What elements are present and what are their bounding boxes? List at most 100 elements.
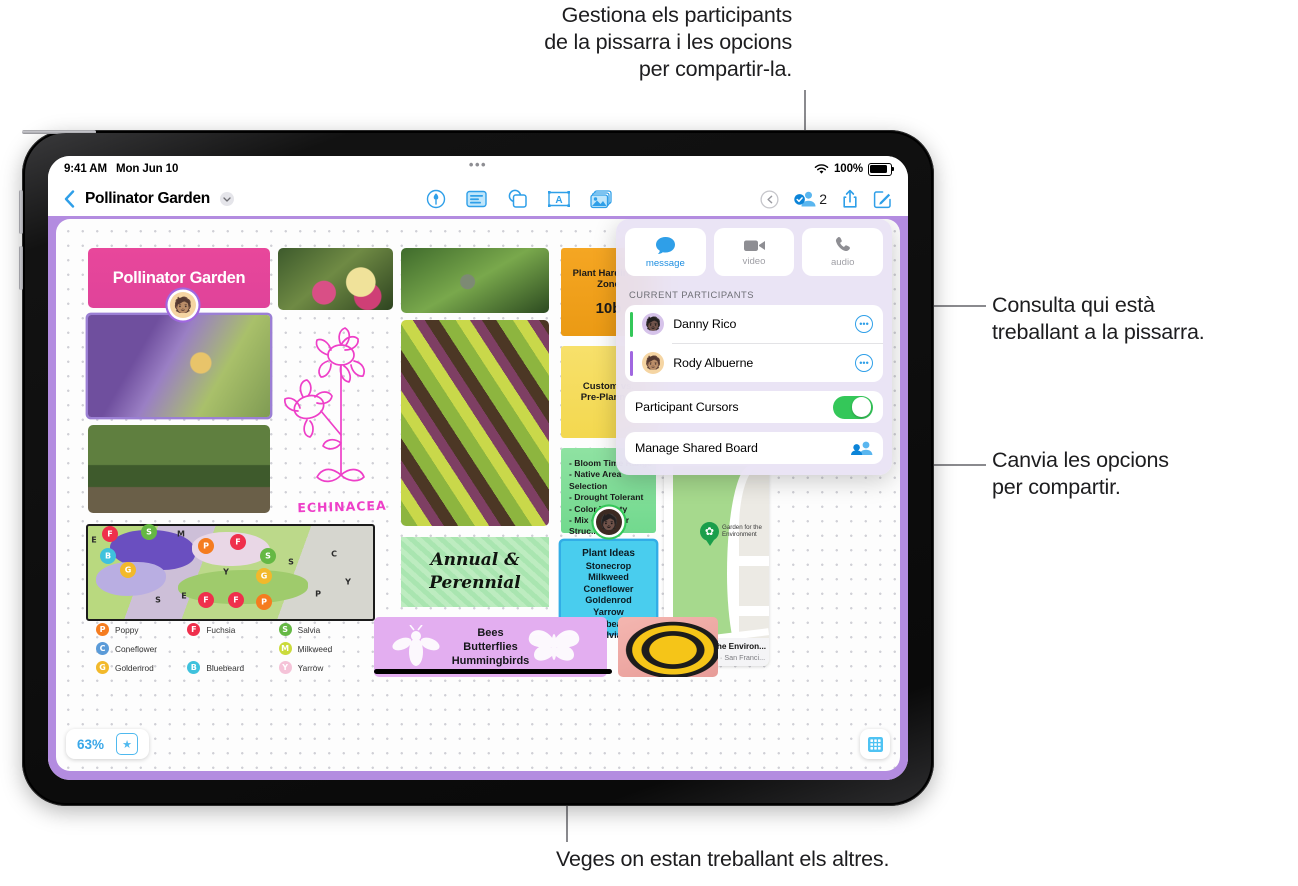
note-annual-perennial[interactable]: Annual & Perennial — [401, 537, 549, 607]
callout-top: Gestiona els participants de la pissarra… — [447, 2, 792, 83]
participant-cursors-label: Participant Cursors — [635, 400, 739, 414]
grid-button[interactable] — [860, 729, 890, 759]
callout-participants: Consulta qui està treballant a la pissar… — [992, 292, 1292, 346]
popover-actions: message video audio — [625, 228, 884, 276]
svg-text:P: P — [261, 598, 267, 607]
legend-item: M Milkweed — [278, 642, 366, 655]
legend-dot: S — [278, 623, 292, 636]
share-icon[interactable] — [842, 189, 858, 209]
callout-top-line3: per compartir-la. — [638, 57, 792, 81]
svg-text:B: B — [105, 552, 111, 561]
svg-text:P: P — [315, 590, 321, 599]
photo-succulent-garden[interactable] — [401, 320, 549, 526]
legend-label: Coneflower — [115, 643, 157, 654]
legend-dot: B — [187, 661, 201, 674]
board-canvas[interactable]: Pollinator Garden 🧑🏽 Plant Hardiness Zon… — [56, 219, 900, 771]
manage-shared-board-row[interactable]: Manage Shared Board — [625, 432, 883, 464]
shapes-icon[interactable] — [507, 189, 528, 209]
banner-pollinators[interactable]: Bees Butterflies Hummingbirds — [374, 617, 607, 677]
svg-text:Y: Y — [344, 578, 351, 587]
participant-cursors-row[interactable]: Participant Cursors — [625, 391, 883, 423]
zoom-control[interactable]: 63% ★ — [66, 729, 150, 759]
power-button[interactable] — [22, 130, 96, 134]
bee-silhouette-icon — [392, 625, 440, 666]
banner-line2: Butterflies — [463, 641, 518, 653]
svg-text:F: F — [233, 596, 238, 605]
photo-bee-closeup[interactable] — [618, 617, 718, 677]
svg-text:G: G — [125, 566, 132, 575]
video-action-label: video — [742, 255, 766, 267]
collaborate-button[interactable]: 2 — [794, 190, 827, 208]
sketch-echinacea[interactable] — [281, 325, 401, 510]
undo-icon[interactable] — [760, 189, 779, 209]
svg-text:F: F — [203, 596, 208, 605]
star-icon[interactable]: ★ — [116, 733, 139, 755]
multitask-dots[interactable]: ••• — [469, 158, 487, 171]
participant-cursors-toggle[interactable] — [833, 395, 873, 419]
sketch-underline-stroke — [374, 669, 612, 674]
legend-item: S Salvia — [278, 623, 366, 636]
participants-list: 🧑🏿 Danny Rico ••• 🧑🏽 Rody Albuerne ••• — [625, 305, 883, 382]
legend-label: Goldenrod — [115, 662, 154, 673]
volume-up-button[interactable] — [19, 190, 23, 234]
manage-people-icon[interactable] — [851, 440, 873, 456]
callout-top-line2: de la pissarra i les opcions — [544, 30, 792, 54]
legend-label: Salvia — [297, 624, 321, 635]
audio-action-button[interactable]: audio — [802, 228, 884, 276]
svg-text:S: S — [288, 558, 294, 567]
title-chevron-down-icon[interactable] — [219, 192, 234, 206]
plant-idea-item: Milkweed — [588, 572, 629, 583]
participant-row-rody[interactable]: 🧑🏽 Rody Albuerne ••• — [625, 344, 883, 382]
app-toolbar: Pollinator Garden A 2 — [48, 180, 908, 218]
legend-item: G Goldenrod — [96, 661, 183, 674]
photo-butterfly[interactable] — [278, 248, 393, 310]
message-action-label: message — [645, 257, 685, 269]
map-pin-label-l1: Garden for the — [722, 524, 762, 531]
cursor-avatar-rody: 🧑🏽 — [170, 292, 196, 318]
popover-arrow — [756, 219, 774, 220]
annual-line1: Annual & — [430, 550, 520, 570]
sketch-label-echinacea: ECHINACEA — [297, 497, 387, 516]
collaboration-popover[interactable]: message video audio CURRENT PARTICIPANTS… — [616, 219, 892, 475]
legend: P Poppy F Fuchsia S Salvia C Coneflower M Milkwee… — [96, 623, 366, 674]
callout-bottom-text: Veges on estan treballant els altres. — [556, 847, 890, 871]
plant-idea-item: Goldenrod — [585, 595, 632, 606]
more-circle-icon[interactable]: ••• — [855, 354, 873, 372]
collaborate-person-icon — [794, 191, 816, 207]
photo-hummingbird[interactable] — [401, 248, 549, 313]
svg-text:P: P — [203, 542, 209, 551]
participant-row-danny[interactable]: 🧑🏿 Danny Rico ••• — [625, 305, 883, 343]
svg-text:S: S — [155, 596, 161, 605]
video-camera-icon — [743, 240, 765, 251]
participant-color-bar — [630, 350, 634, 376]
collaborator-count: 2 — [819, 191, 827, 207]
legend-dot: C — [96, 642, 109, 655]
plant-idea-item: Stonecrop — [585, 560, 632, 571]
svg-text:A: A — [555, 195, 562, 206]
photos-icon[interactable] — [590, 189, 612, 209]
plant-idea-item: Coneflower — [583, 583, 634, 594]
more-circle-icon[interactable]: ••• — [855, 315, 873, 333]
board-canvas-frame: Pollinator Garden 🧑🏽 Plant Hardiness Zon… — [48, 216, 908, 780]
text-box-icon[interactable]: A — [548, 190, 570, 208]
chevron-left-icon[interactable] — [64, 190, 75, 208]
photo-bee-salvia[interactable] — [88, 315, 270, 417]
compose-icon[interactable] — [873, 190, 892, 209]
cursor-avatar-danny: 🧑🏿 — [596, 509, 622, 535]
svg-text:E: E — [181, 592, 186, 601]
volume-down-button[interactable] — [19, 246, 23, 290]
photo-shrubs[interactable] — [88, 425, 270, 513]
participant-name: Rody Albuerne — [673, 356, 754, 370]
audio-action-label: audio — [830, 257, 855, 268]
avatar: 🧑🏽 — [642, 352, 665, 374]
video-action-button[interactable]: video — [713, 228, 795, 276]
legend-item: Y Yarrow — [278, 661, 366, 674]
message-action-button[interactable]: message — [625, 228, 706, 276]
pen-marker-icon[interactable] — [426, 189, 446, 209]
wifi-icon — [814, 163, 829, 174]
legend-label: Yarrow — [297, 662, 324, 673]
legend-item: F Fuchsia — [187, 623, 274, 636]
battery-icon — [868, 162, 894, 176]
svg-text:G: G — [261, 572, 268, 581]
sticky-note-icon[interactable] — [466, 190, 487, 208]
